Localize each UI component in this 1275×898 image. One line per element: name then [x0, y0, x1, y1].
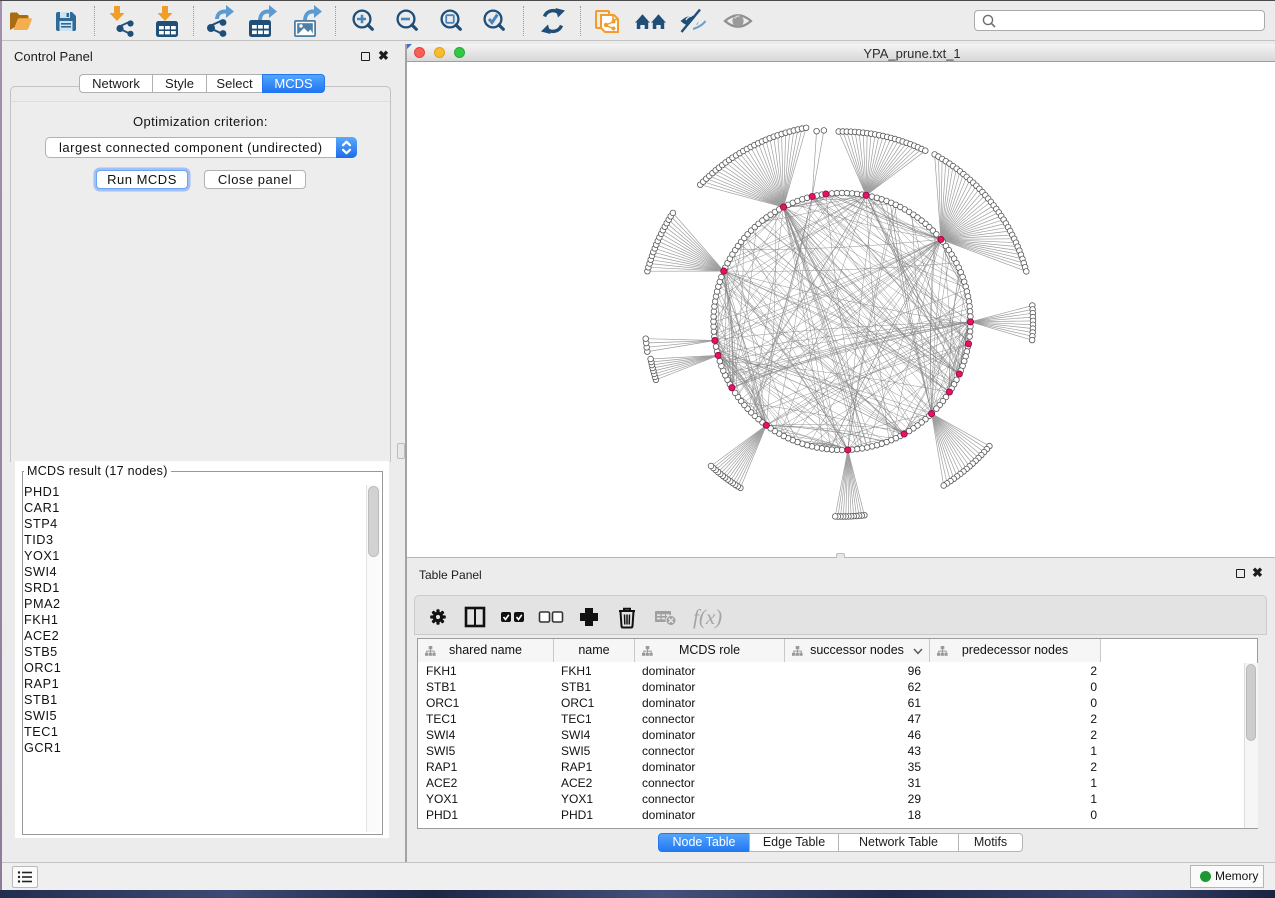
svg-text:f(x): f(x)	[693, 605, 722, 629]
